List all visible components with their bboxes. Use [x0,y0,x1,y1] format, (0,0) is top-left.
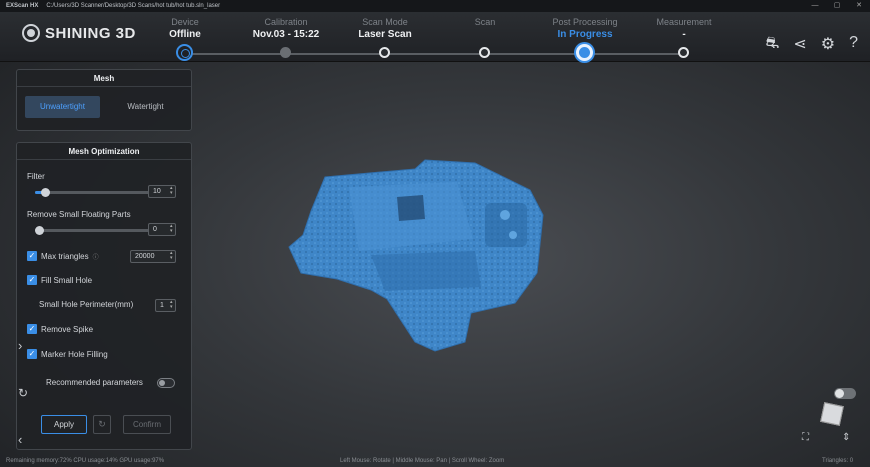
model-lower [371,251,481,291]
info-icon[interactable]: ⓘ [93,252,99,261]
step-scan-mode[interactable]: Scan Mode Laser Scan [330,17,440,58]
file-path: C:/Users/3D Scanner/Desktop/3D Scans/hot… [46,3,221,9]
orientation-cube-icon[interactable] [820,402,844,426]
apply-button[interactable]: Apply [41,415,87,434]
step-label: Post Processing [552,17,618,27]
close-button[interactable]: ✕ [848,0,870,12]
floating-parts-slider[interactable] [35,226,158,235]
step-scan[interactable]: Scan [430,17,540,58]
window-controls: — ▢ ✕ [804,0,870,12]
model-jet [509,231,517,239]
checkbox-check-icon: ✓ [27,275,37,285]
optimization-panel-title: Mesh Optimization [17,143,191,160]
step-label: Scan Mode [362,17,408,27]
step-value: Laser Scan [358,29,412,40]
scan-model-view[interactable] [275,155,555,355]
collapse-chevron-icon[interactable]: ‹ [18,432,22,447]
step-value: Offline [169,29,201,40]
step-device[interactable]: Device Offline [130,17,240,61]
filter-slider[interactable] [35,188,158,197]
watertight-button[interactable]: Watertight [108,96,183,118]
step-label: Scan [474,17,496,27]
workflow-line [185,53,685,55]
max-triangles-input[interactable]: 20000 [130,250,176,263]
workflow-bar: SHINING 3D Device Offline Calibration No… [0,12,870,62]
step-calibration[interactable]: Calibration Nov.03 - 15:22 [231,17,341,58]
max-triangles-checkbox[interactable]: ✓ Max triangles ⓘ [27,251,99,261]
minimize-button[interactable]: — [804,0,826,12]
share-icon[interactable]: ⋖ [793,34,806,54]
step-dot [678,47,689,58]
maximize-button[interactable]: ▢ [826,0,848,12]
help-icon[interactable]: ? [849,34,858,54]
step-value [430,29,540,41]
step-dot [280,47,291,58]
brand-name: SHINING 3D [45,24,136,42]
settings-icon[interactable]: ⚙ [821,34,835,54]
hole-perimeter-input[interactable]: 1 [155,299,176,312]
undo-icon[interactable]: ↻ [93,415,111,434]
step-dot [379,47,390,58]
step-measurement[interactable]: Measurement - [629,17,739,58]
title-bar: EXScan HX C:/Users/3D Scanner/Desktop/3D… [0,0,870,12]
floating-parts-slider-knob[interactable] [35,226,44,235]
fit-view-icon[interactable]: ⛶ [802,432,809,443]
mesh-optimization-panel: Mesh Optimization Filter 10 Remove Small… [16,142,192,450]
step-value: Nov.03 - 15:22 [252,29,320,40]
step-post-processing[interactable]: Post Processing In Progress [530,17,640,61]
checkbox-check-icon: ✓ [27,349,37,359]
logo-mark-icon [22,24,40,42]
confirm-button[interactable]: Confirm [123,415,171,434]
view-toggle[interactable] [834,388,856,399]
model-control-box [485,203,527,247]
expand-chevron-icon[interactable]: › [18,338,22,353]
mesh-panel: Mesh Unwatertight Watertight [16,69,192,131]
checkbox-check-icon: ✓ [27,251,37,261]
marker-hole-filling-label: Marker Hole Filling [41,349,108,359]
error-report-icon[interactable]: ⛐ [766,34,780,54]
floating-parts-value-input[interactable]: 0 [148,223,176,236]
mesh-type-toggle: Unwatertight Watertight [17,87,191,127]
recommended-label: Recommended parameters [46,378,143,387]
mesh-panel-title: Mesh [17,70,191,87]
refresh-icon[interactable]: ↻ [18,386,28,400]
step-label: Measurement [656,17,712,27]
filter-slider-knob[interactable] [41,188,50,197]
checkbox-check-icon: ✓ [27,324,37,334]
view-updown-icon[interactable]: ⇕ [842,432,850,443]
hole-perimeter-label: Small Hole Perimeter(mm) [39,300,134,309]
step-value: - [682,29,686,40]
unwatertight-button[interactable]: Unwatertight [25,96,100,118]
brand-logo: SHINING 3D [22,24,136,42]
fill-small-hole-checkbox[interactable]: ✓ Fill Small Hole [27,275,92,285]
model-hole [397,195,425,221]
fill-small-hole-label: Fill Small Hole [41,275,93,285]
step-dot [176,44,193,61]
step-value: In Progress [557,29,613,40]
recommended-toggle[interactable] [157,378,175,388]
step-dot [479,47,490,58]
filter-value-input[interactable]: 10 [148,185,176,198]
marker-hole-filling-checkbox[interactable]: ✓ Marker Hole Filling [27,349,108,359]
max-triangles-label: Max triangles [41,251,89,261]
filter-label: Filter [27,172,45,181]
step-label: Device [171,17,199,27]
status-bar: Remaining memory:72% CPU usage:14% GPU u… [0,455,870,467]
model-jet [500,210,510,220]
triangle-count: Triangles: 0 [822,458,854,464]
floating-parts-label: Remove Small Floating Parts [27,210,131,219]
step-dot [576,44,593,61]
remove-spike-label: Remove Spike [41,324,94,334]
mouse-hints: Left Mouse: Rotate | Middle Mouse: Pan |… [340,458,505,464]
remove-spike-checkbox[interactable]: ✓ Remove Spike [27,324,93,334]
step-label: Calibration [264,17,308,27]
resource-usage: Remaining memory:72% CPU usage:14% GPU u… [6,458,165,464]
top-icons: ⛐ ⋖ ⚙ ? [766,34,858,54]
app-name: EXScan HX [6,3,39,9]
